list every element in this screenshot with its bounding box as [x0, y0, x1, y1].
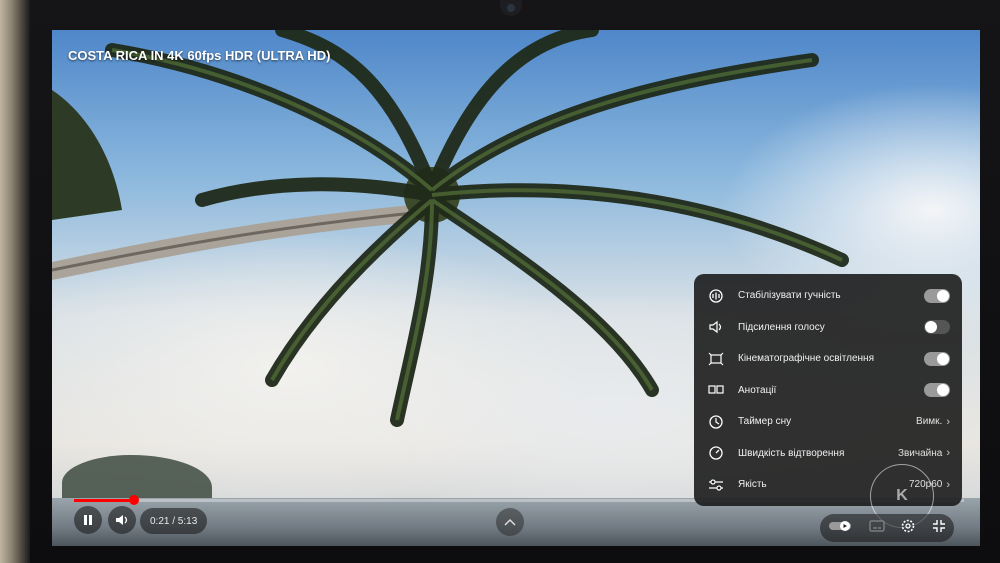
- exit-fullscreen-icon[interactable]: [932, 519, 946, 538]
- sleep-timer-icon: [706, 414, 726, 430]
- settings-item-voice-boost[interactable]: Підсилення голосу: [694, 312, 962, 344]
- pause-icon: [84, 515, 92, 525]
- ambient-mode-icon: [706, 351, 726, 367]
- settings-item-ambient-mode[interactable]: Кінематографічне освітлення: [694, 343, 962, 375]
- chevron-right-icon: ›: [946, 478, 950, 491]
- ambient-mode-toggle[interactable]: [924, 351, 950, 366]
- voice-boost-icon: [706, 319, 726, 335]
- stable-volume-toggle[interactable]: [924, 288, 950, 303]
- quality-icon: [706, 477, 726, 493]
- playback-speed-icon: [706, 445, 726, 461]
- autoplay-toggle-icon[interactable]: [828, 519, 852, 537]
- settings-item-sleep-timer[interactable]: Таймер сну Вимк. ›: [694, 406, 962, 438]
- settings-item-annotations[interactable]: Анотації: [694, 375, 962, 407]
- expand-button[interactable]: [496, 508, 524, 536]
- video-player[interactable]: COSTA RICA IN 4K 60fps HDR (ULTRA HD) 0:…: [52, 30, 980, 546]
- volume-icon: [116, 515, 128, 525]
- settings-item-label: Анотації: [738, 384, 777, 396]
- annotations-toggle[interactable]: [924, 383, 950, 398]
- progress-fill: [74, 499, 134, 502]
- pause-button[interactable]: [74, 506, 102, 534]
- volume-button[interactable]: [108, 506, 136, 534]
- chevron-up-icon: [504, 518, 516, 526]
- settings-item-label: Кінематографічне освітлення: [738, 353, 874, 365]
- chevron-right-icon: ›: [946, 415, 950, 428]
- right-controls: [820, 514, 954, 542]
- subtitles-icon[interactable]: [869, 519, 885, 537]
- playback-speed-value: Звичайна: [897, 447, 943, 459]
- settings-item-playback-speed[interactable]: Швидкість відтворення Звичайна ›: [694, 438, 962, 470]
- video-title[interactable]: COSTA RICA IN 4K 60fps HDR (ULTRA HD): [68, 48, 330, 63]
- settings-item-label: Швидкість відтворення: [738, 447, 845, 459]
- gear-icon[interactable]: [901, 519, 915, 538]
- annotations-icon: [706, 382, 726, 398]
- settings-item-label: Підсилення голосу: [738, 321, 825, 333]
- time-display: 0:21 / 5:13: [140, 508, 208, 534]
- settings-item-label: Таймер сну: [738, 416, 792, 428]
- chevron-right-icon: ›: [946, 447, 950, 460]
- progress-scrubber[interactable]: [128, 495, 139, 505]
- settings-item-label: Стабілізувати гучність: [738, 290, 841, 302]
- sleep-timer-value: Вимк.: [916, 416, 943, 428]
- voice-boost-toggle[interactable]: [924, 320, 950, 335]
- settings-item-stable-volume[interactable]: Стабілізувати гучність: [694, 280, 962, 312]
- desk-edge: [0, 0, 30, 563]
- stable-volume-icon: [706, 288, 726, 304]
